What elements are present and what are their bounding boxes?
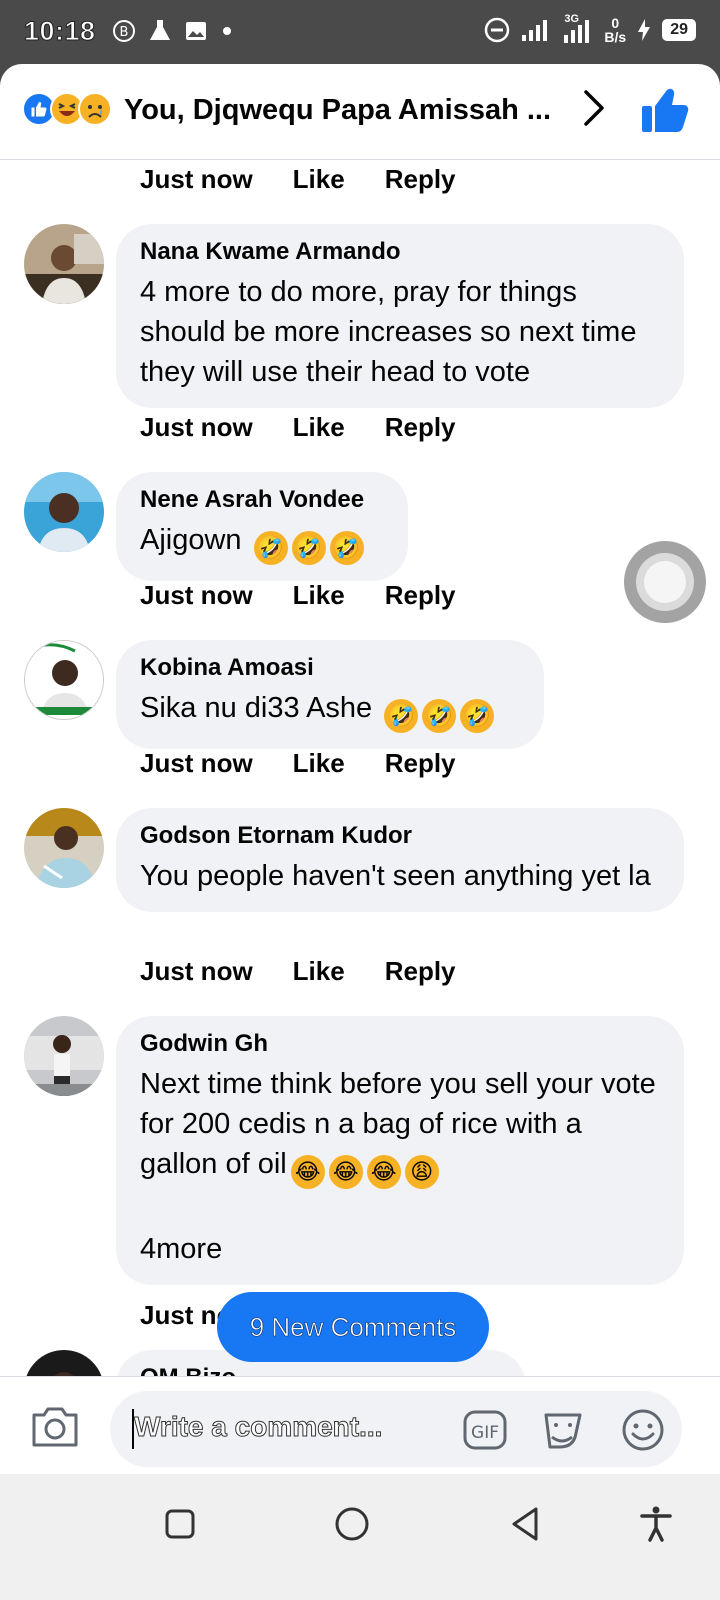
avatar[interactable]: [24, 224, 104, 304]
comment-time: Just now: [140, 412, 253, 442]
accessibility-icon[interactable]: [636, 1504, 676, 1544]
comment-input[interactable]: Write a comment... GIF: [110, 1391, 682, 1467]
svg-text:B: B: [120, 25, 129, 40]
joy-emoji-icon: 😂: [290, 1155, 325, 1189]
speed-unit: B/s: [604, 29, 627, 45]
avatar[interactable]: [24, 1350, 104, 1378]
comment-text: Ajigown: [140, 524, 242, 556]
comment-time: Just now: [140, 956, 253, 986]
back-icon[interactable]: [506, 1504, 546, 1544]
image-icon: [186, 22, 206, 40]
avatar[interactable]: [24, 1016, 104, 1096]
comment-time: Just now: [140, 164, 253, 194]
like-link[interactable]: Like: [293, 580, 345, 611]
comment-actions: Just now Like Reply: [140, 164, 456, 195]
gif-icon[interactable]: GIF: [462, 1407, 508, 1453]
comment-bubble[interactable]: Godwin Gh Next time think before you sel…: [116, 1016, 684, 1285]
avatar[interactable]: [24, 472, 104, 552]
comment-text-line: Sika nu di33 Ashe 🤣 🤣 🤣: [140, 688, 520, 733]
comment-composer: Write a comment... GIF: [0, 1376, 720, 1474]
reply-link[interactable]: Reply: [385, 748, 456, 779]
b-circle-icon: B: [113, 20, 135, 42]
reactors-title[interactable]: You, Djqwequ Papa Amissah ...: [124, 94, 551, 127]
chevron-right-icon[interactable]: [580, 86, 610, 140]
camera-icon[interactable]: [30, 1403, 80, 1449]
sticker-icon[interactable]: [540, 1407, 586, 1453]
comment-text: 4 more to do more, pray for things shoul…: [140, 276, 637, 388]
comment-text: You people haven't seen anything yet la: [140, 860, 651, 892]
emoji-icon[interactable]: [620, 1407, 666, 1453]
comment-bubble[interactable]: Nana Kwame Armando 4 more to do more, pr…: [116, 224, 684, 408]
assistive-touch-button[interactable]: [624, 541, 706, 623]
comment-actions: Just now Like Reply: [140, 580, 456, 611]
comment-bubble[interactable]: Nene Asrah Vondee Ajigown 🤣 🤣 🤣: [116, 472, 408, 581]
comment-placeholder: Write a comment...: [133, 1411, 383, 1443]
sheet-header: You, Djqwequ Papa Amissah ...: [0, 64, 720, 160]
comment-time: Just now: [140, 580, 253, 610]
comment-text: Sika nu di33 Ashe: [140, 692, 373, 724]
commenter-name[interactable]: Nene Asrah Vondee: [140, 486, 384, 514]
home-icon[interactable]: [332, 1504, 372, 1544]
comment-actions: Just now Like Reply: [140, 412, 456, 443]
like-link[interactable]: Like: [293, 748, 345, 779]
reply-link[interactable]: Reply: [385, 956, 456, 987]
new-comments-button[interactable]: 9 New Comments: [217, 1292, 489, 1362]
gif-label: GIF: [471, 1423, 499, 1443]
joy-emoji-icon: 😂: [366, 1155, 401, 1189]
reply-link[interactable]: Reply: [385, 412, 456, 443]
avatar[interactable]: [24, 808, 104, 888]
like-link[interactable]: Like: [293, 164, 345, 195]
weary-emoji-icon: 😩: [404, 1155, 439, 1189]
status-bar: 10:18 B 3G 0 B/s 29: [0, 0, 720, 64]
status-time: 10:18: [24, 16, 96, 47]
comment-bubble[interactable]: Kobina Amoasi Sika nu di33 Ashe 🤣 🤣 🤣: [116, 640, 544, 749]
rofl-emoji-icon: 🤣: [253, 531, 288, 565]
flask-icon: [150, 20, 170, 40]
joy-emoji-icon: 😂: [328, 1155, 363, 1189]
comment-text-line: Ajigown 🤣 🤣 🤣: [140, 520, 384, 565]
battery-level: 29: [662, 19, 696, 41]
rofl-emoji-icon: 🤣: [384, 699, 419, 733]
like-button-icon[interactable]: [640, 86, 690, 136]
rofl-emoji-icon: 🤣: [422, 699, 457, 733]
sad-icon: [78, 92, 112, 126]
signal-icon-2: [564, 20, 590, 43]
avatar[interactable]: [24, 640, 104, 720]
comments-sheet: You, Djqwequ Papa Amissah ... Just now L…: [0, 64, 720, 1504]
rofl-emoji-icon: 🤣: [291, 531, 326, 565]
rofl-emoji-icon: 🤣: [460, 699, 495, 733]
system-nav-bar: [0, 1474, 720, 1600]
comment-actions: Just now Like Reply: [140, 748, 456, 779]
comment-list: Just now Like Reply Nana Kwame Armando 4…: [0, 160, 720, 1378]
notification-icons: B: [112, 18, 234, 44]
dot-icon: [223, 27, 231, 35]
comment-actions: Just now Like Reply: [140, 956, 456, 987]
like-link[interactable]: Like: [293, 956, 345, 987]
commenter-name[interactable]: Godson Etornam Kudor: [140, 822, 660, 850]
comment-time: Just now: [140, 748, 253, 778]
network-speed: 0 B/s: [604, 16, 626, 44]
commenter-name[interactable]: Nana Kwame Armando: [140, 238, 660, 266]
comment-bubble[interactable]: Godson Etornam Kudor You people haven't …: [116, 808, 684, 912]
reaction-summary[interactable]: [22, 92, 112, 126]
recents-icon[interactable]: [160, 1504, 200, 1544]
commenter-name[interactable]: Godwin Gh: [140, 1030, 660, 1058]
comment-text-line: Next time think before you sell your vot…: [140, 1064, 660, 1189]
assistive-touch-core: [644, 561, 686, 603]
network-3g: 3G: [560, 13, 594, 43]
dnd-icon: [485, 17, 510, 43]
rofl-emoji-icon: 🤣: [329, 531, 364, 565]
reply-link[interactable]: Reply: [385, 580, 456, 611]
commenter-name[interactable]: Kobina Amoasi: [140, 654, 520, 682]
comment-text: 4more: [140, 1233, 223, 1265]
system-icons: 3G 0 B/s 29: [484, 13, 696, 44]
like-link[interactable]: Like: [293, 412, 345, 443]
charging-icon: [638, 19, 651, 41]
signal-icon: [522, 20, 548, 41]
reply-link[interactable]: Reply: [385, 164, 456, 195]
speed-value: 0: [611, 15, 620, 31]
